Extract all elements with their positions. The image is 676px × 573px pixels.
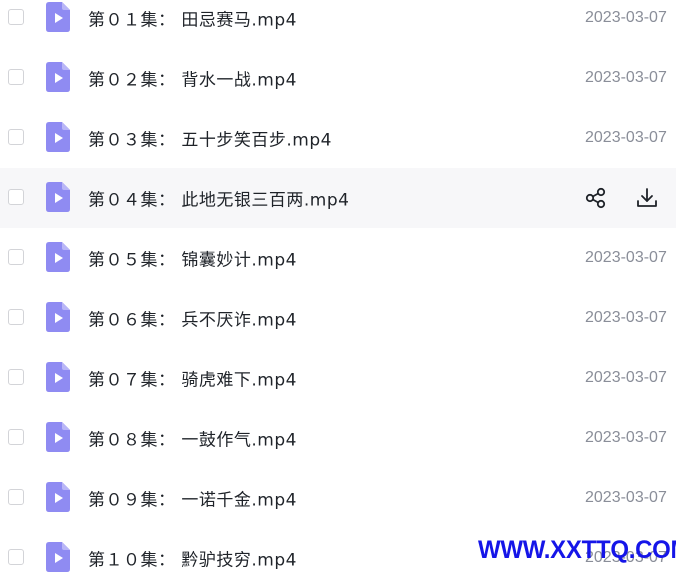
video-file-icon bbox=[46, 242, 70, 272]
row-checkbox[interactable] bbox=[8, 429, 24, 445]
row-checkbox[interactable] bbox=[8, 549, 24, 565]
file-row[interactable]: 第０９集： 一诺千金.mp4 2023-03-07 bbox=[0, 468, 676, 528]
row-checkbox[interactable] bbox=[8, 309, 24, 325]
file-name[interactable]: 第０５集： 锦囊妙计.mp4 bbox=[88, 246, 297, 271]
video-file-icon bbox=[46, 482, 70, 512]
file-row[interactable]: 第０８集： 一鼓作气.mp4 2023-03-07 bbox=[0, 408, 676, 468]
file-date: 2023-03-07 bbox=[585, 129, 667, 146]
share-icon[interactable] bbox=[584, 186, 608, 210]
file-name[interactable]: 第０９集： 一诺千金.mp4 bbox=[88, 486, 297, 511]
row-checkbox[interactable] bbox=[8, 249, 24, 265]
watermark-text: WWW.XXTTQ.COM bbox=[478, 536, 676, 564]
row-checkbox[interactable] bbox=[8, 489, 24, 505]
video-file-icon bbox=[46, 362, 70, 392]
file-name[interactable]: 第０２集： 背水一战.mp4 bbox=[88, 66, 297, 91]
video-file-icon bbox=[46, 2, 70, 32]
row-checkbox[interactable] bbox=[8, 129, 24, 145]
row-checkbox[interactable] bbox=[8, 69, 24, 85]
file-name[interactable]: 第１０集： 黔驴技穷.mp4 bbox=[88, 546, 297, 571]
file-date: 2023-03-07 bbox=[585, 309, 667, 326]
file-date: 2023-03-07 bbox=[585, 429, 667, 446]
file-name[interactable]: 第０６集： 兵不厌诈.mp4 bbox=[88, 306, 297, 331]
file-date: 2023-03-07 bbox=[585, 249, 667, 266]
file-date: 2023-03-07 bbox=[585, 69, 667, 86]
file-list: 第０１集： 田忌赛马.mp4 2023-03-07 第０２集： 背水一战.mp4… bbox=[0, 0, 676, 573]
video-file-icon bbox=[46, 302, 70, 332]
row-checkbox[interactable] bbox=[8, 9, 24, 25]
file-date: 2023-03-07 bbox=[585, 369, 667, 386]
file-row[interactable]: 第０６集： 兵不厌诈.mp4 2023-03-07 bbox=[0, 288, 676, 348]
file-name[interactable]: 第０７集： 骑虎难下.mp4 bbox=[88, 366, 297, 391]
row-checkbox[interactable] bbox=[8, 189, 24, 205]
file-row[interactable]: 第０２集： 背水一战.mp4 2023-03-07 bbox=[0, 48, 676, 108]
video-file-icon bbox=[46, 62, 70, 92]
file-row[interactable]: 第０５集： 锦囊妙计.mp4 2023-03-07 bbox=[0, 228, 676, 288]
file-row[interactable]: 第０１集： 田忌赛马.mp4 2023-03-07 bbox=[0, 0, 676, 48]
video-file-icon bbox=[46, 422, 70, 452]
file-row[interactable]: 第０３集： 五十步笑百步.mp4 2023-03-07 bbox=[0, 108, 676, 168]
row-checkbox[interactable] bbox=[8, 369, 24, 385]
file-name[interactable]: 第０４集： 此地无银三百两.mp4 bbox=[88, 186, 349, 211]
file-name[interactable]: 第０１集： 田忌赛马.mp4 bbox=[88, 6, 297, 31]
file-name[interactable]: 第０３集： 五十步笑百步.mp4 bbox=[88, 126, 332, 151]
file-date: 2023-03-07 bbox=[585, 9, 667, 26]
video-file-icon bbox=[46, 182, 70, 212]
file-date: 2023-03-07 bbox=[585, 489, 667, 506]
file-row-hovered[interactable]: 第０４集： 此地无银三百两.mp4 bbox=[0, 168, 676, 228]
download-icon[interactable] bbox=[635, 186, 659, 210]
video-file-icon bbox=[46, 542, 70, 572]
file-name[interactable]: 第０８集： 一鼓作气.mp4 bbox=[88, 426, 297, 451]
file-row[interactable]: 第０７集： 骑虎难下.mp4 2023-03-07 bbox=[0, 348, 676, 408]
video-file-icon bbox=[46, 122, 70, 152]
